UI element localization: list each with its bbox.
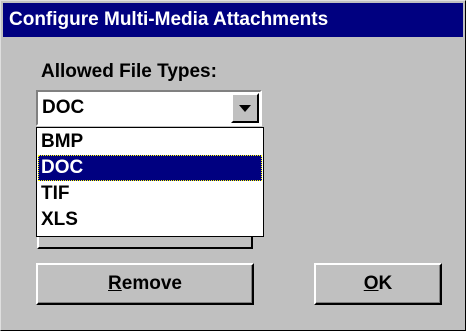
dropdown-item-tif[interactable]: TIF (38, 181, 262, 207)
dropdown-item-doc[interactable]: DOC (38, 155, 262, 181)
window-title: Configure Multi-Media Attachments (9, 9, 329, 30)
ok-mnemonic: O (363, 273, 379, 294)
dropdown-arrow-icon[interactable] (231, 93, 259, 123)
file-type-value: DOC (42, 97, 85, 118)
dropdown-item-bmp[interactable]: BMP (38, 129, 262, 155)
file-type-combobox[interactable]: DOC (36, 90, 262, 126)
dropdown-item-xls[interactable]: XLS (38, 207, 262, 233)
remove-label-rest: emove (121, 273, 182, 294)
dialog-window: Configure Multi-Media Attachments Allowe… (0, 0, 466, 331)
remove-button[interactable]: Remove (36, 263, 254, 305)
remove-mnemonic: R (108, 273, 122, 294)
ok-label-rest: K (378, 273, 393, 294)
title-bar[interactable]: Configure Multi-Media Attachments (3, 3, 463, 37)
ok-button[interactable]: OK (314, 263, 442, 305)
allowed-file-types-label: Allowed File Types: (41, 61, 217, 82)
file-type-dropdown-list[interactable]: BMP DOC TIF XLS (36, 127, 264, 237)
